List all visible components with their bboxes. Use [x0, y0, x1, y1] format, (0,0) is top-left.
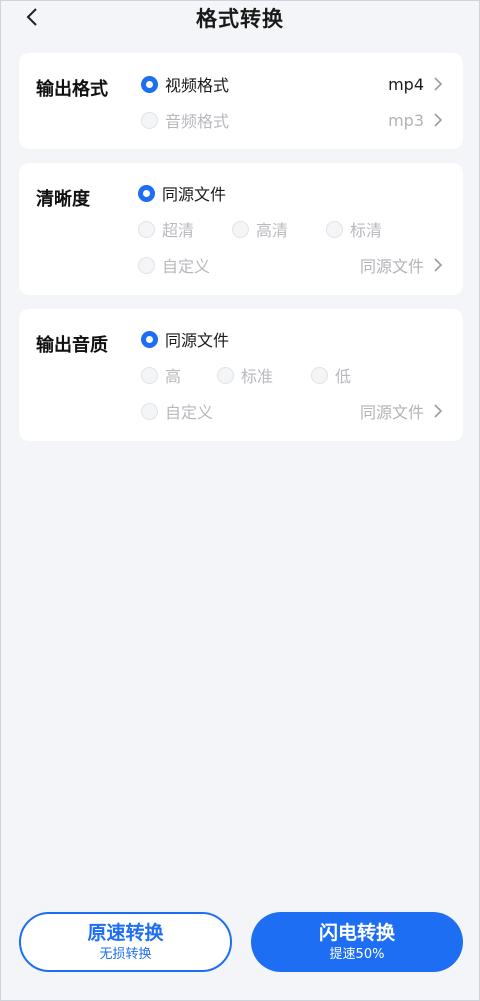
radio-audio-low[interactable]: 低	[311, 363, 351, 387]
chevron-right-icon	[434, 77, 443, 91]
radio-indicator	[217, 366, 234, 384]
radio-indicator	[141, 330, 158, 348]
normal-convert-label: 原速转换	[87, 921, 164, 944]
radio-audio-custom[interactable]: 自定义	[141, 399, 213, 423]
video-format-select[interactable]: mp4	[388, 72, 443, 96]
radio-audio-format[interactable]: 音频格式	[141, 108, 229, 132]
normal-convert-button[interactable]: 原速转换 无损转换	[19, 912, 232, 972]
radio-label: 自定义	[165, 403, 214, 422]
radio-label: 同源文件	[162, 185, 227, 204]
chevron-right-icon	[434, 113, 443, 127]
radio-indicator	[138, 220, 155, 238]
radio-clarity-high[interactable]: 高清	[232, 217, 288, 241]
clarity-card: 清晰度 同源文件 超清 高清 标清 自定义 同源文件	[19, 163, 463, 295]
audio-quality-card: 输出音质 同源文件 高 标准 低 自定义 同源文件	[19, 309, 463, 441]
radio-clarity-ultra[interactable]: 超清	[138, 217, 194, 241]
radio-indicator	[326, 220, 343, 238]
radio-audio-high[interactable]: 高	[141, 363, 181, 387]
radio-indicator	[141, 366, 158, 384]
radio-video-format[interactable]: 视频格式	[141, 72, 229, 96]
radio-audio-source[interactable]: 同源文件	[141, 327, 229, 351]
radio-label: 标准	[241, 367, 274, 386]
radio-indicator	[311, 366, 328, 384]
radio-clarity-source[interactable]: 同源文件	[138, 181, 226, 205]
output-format-title: 输出格式	[36, 79, 108, 100]
radio-indicator	[141, 402, 158, 420]
radio-clarity-custom[interactable]: 自定义	[138, 253, 210, 277]
header: 格式转换	[1, 1, 479, 37]
flash-convert-button[interactable]: 闪电转换 提速50%	[251, 912, 463, 972]
audio-custom-value: 同源文件	[359, 403, 424, 422]
radio-label: 自定义	[162, 257, 211, 276]
chevron-right-icon	[434, 258, 443, 272]
video-format-value: mp4	[388, 74, 424, 94]
output-format-card: 输出格式 视频格式 mp4 音频格式 mp3	[19, 53, 463, 149]
radio-label: 高清	[256, 221, 289, 240]
flash-convert-label: 闪电转换	[318, 921, 395, 944]
radio-indicator	[138, 184, 155, 202]
audio-format-value: mp3	[388, 110, 424, 130]
radio-label: 视频格式	[165, 76, 230, 95]
audio-quality-title: 输出音质	[36, 335, 108, 356]
audio-custom-select[interactable]: 同源文件	[360, 399, 443, 423]
radio-indicator	[141, 111, 158, 129]
chevron-right-icon	[434, 404, 443, 418]
radio-indicator	[138, 256, 155, 274]
radio-audio-standard[interactable]: 标准	[217, 363, 273, 387]
radio-indicator	[232, 220, 249, 238]
clarity-custom-select[interactable]: 同源文件	[360, 253, 443, 277]
normal-convert-sublabel: 无损转换	[99, 946, 152, 962]
flash-convert-sublabel: 提速50%	[329, 946, 385, 962]
audio-format-select[interactable]: mp3	[388, 108, 443, 132]
clarity-custom-value: 同源文件	[359, 257, 424, 276]
format-convert-screen: 格式转换 输出格式 视频格式 mp4 音频格式 mp3 清晰度 同源文件 超清 …	[0, 0, 480, 1001]
radio-label: 标清	[350, 221, 383, 240]
clarity-title: 清晰度	[36, 189, 90, 210]
radio-indicator	[141, 75, 158, 93]
radio-clarity-standard[interactable]: 标清	[326, 217, 382, 241]
radio-label: 低	[335, 367, 352, 386]
radio-label: 超清	[162, 221, 195, 240]
page-title: 格式转换	[196, 7, 284, 31]
radio-label: 高	[165, 367, 182, 386]
radio-label: 同源文件	[165, 331, 230, 350]
radio-label: 音频格式	[165, 112, 230, 131]
